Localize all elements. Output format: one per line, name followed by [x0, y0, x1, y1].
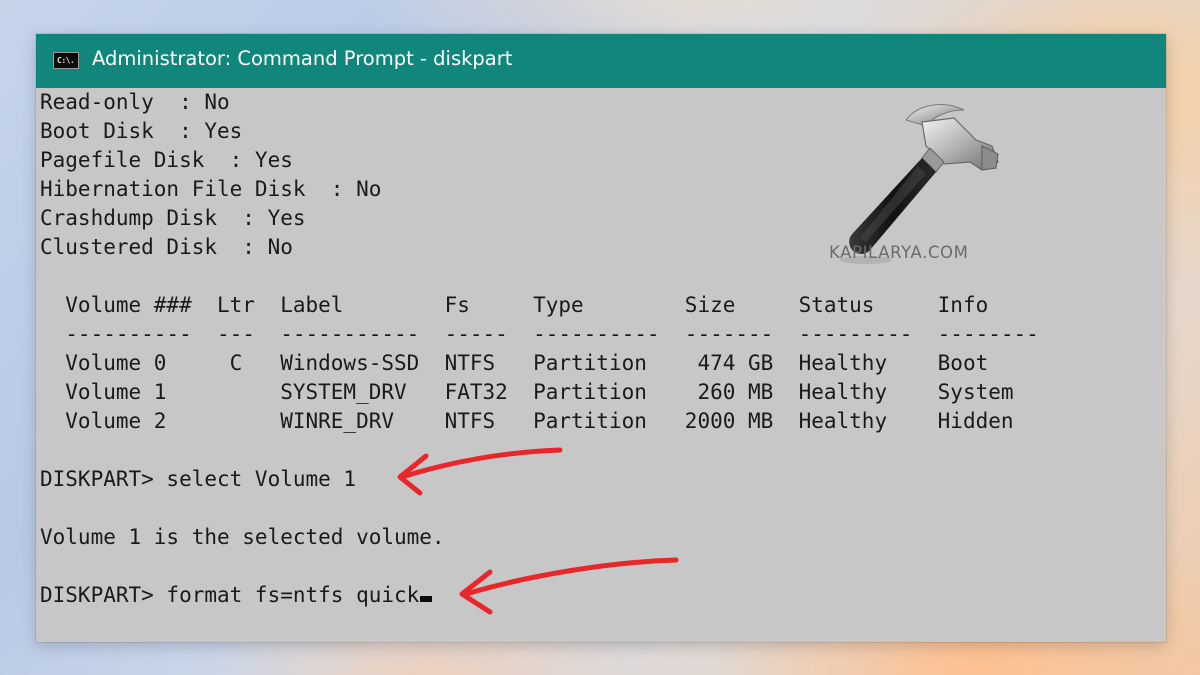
disk-attribute-line: Boot Disk : Yes [40, 119, 243, 143]
cmd-icon: C:\. [53, 52, 79, 69]
disk-attribute-line: Crashdump Disk : Yes [40, 206, 306, 230]
command-prompt-window[interactable]: C:\. Administrator: Command Prompt - dis… [36, 34, 1166, 642]
select-volume-command: DISKPART> select Volume 1 [40, 467, 357, 491]
disk-attribute-line: Pagefile Disk : Yes [40, 148, 293, 172]
volume-table-row: Volume 0 C Windows-SSD NTFS Partition 47… [40, 351, 989, 375]
title-bar[interactable]: C:\. Administrator: Command Prompt - dis… [36, 34, 1166, 88]
format-command: DISKPART> format fs=ntfs quick [40, 583, 420, 607]
volume-table-row: Volume 1 SYSTEM_DRV FAT32 Partition 260 … [40, 380, 1014, 404]
selection-response: Volume 1 is the selected volume. [40, 525, 445, 549]
text-cursor [420, 596, 433, 602]
disk-attribute-line: Read-only : No [40, 90, 230, 114]
disk-attribute-line: Hibernation File Disk : No [40, 177, 382, 201]
volume-table-header: Volume ### Ltr Label Fs Type Size Status… [40, 293, 989, 317]
format-command-line[interactable]: DISKPART> format fs=ntfs quick [40, 581, 433, 610]
watermark-text: KAPILARYA.COM [829, 243, 969, 262]
disk-attribute-line: Clustered Disk : No [40, 235, 293, 259]
volume-table-separator: ---------- --- ----------- ----- -------… [40, 322, 1039, 346]
window-title: Administrator: Command Prompt - diskpart [92, 47, 513, 70]
volume-table-row: Volume 2 WINRE_DRV NTFS Partition 2000 M… [40, 409, 1014, 433]
